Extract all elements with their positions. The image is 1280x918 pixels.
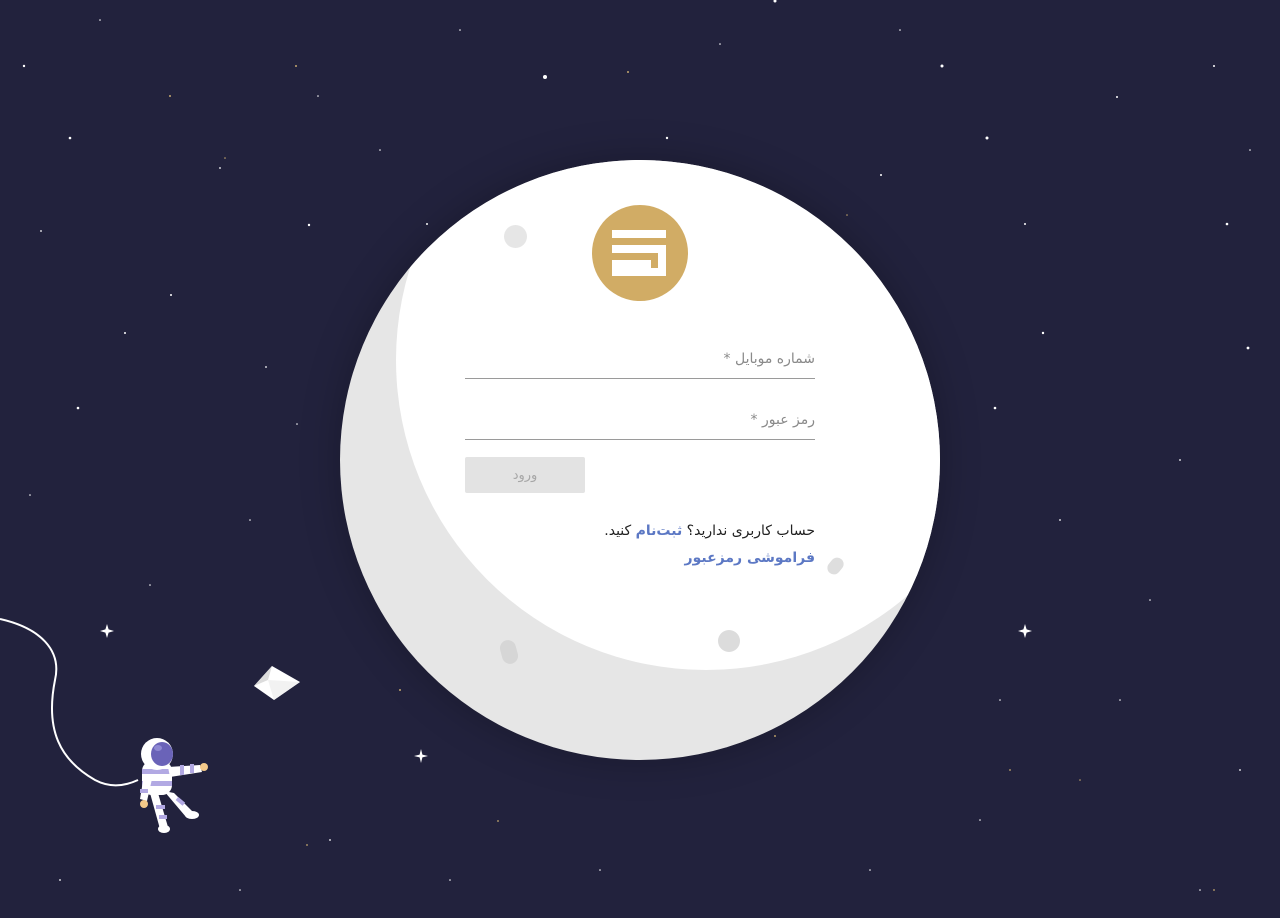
mobile-field[interactable]: شماره موبایل * — [465, 340, 819, 380]
mobile-input[interactable] — [465, 340, 819, 380]
password-field[interactable]: رمز عبور * — [465, 401, 819, 441]
signup-prefix: حساب کاربری ندارید؟ — [682, 523, 815, 539]
moon-crater — [498, 638, 520, 666]
login-button[interactable]: ورود — [465, 457, 585, 493]
signup-suffix: کنید. — [604, 523, 636, 539]
brand-logo — [592, 205, 688, 301]
moon-crater — [718, 630, 740, 652]
login-form: شماره موبایل * رمز عبور * ورود حساب کارب… — [465, 340, 819, 566]
forgot-password-link[interactable]: فراموشی رمزعبور — [685, 550, 815, 566]
paper-icon — [254, 666, 300, 700]
signup-text: حساب کاربری ندارید؟ ثبت‌نام کنید. — [604, 523, 815, 539]
astronaut-icon — [140, 738, 208, 833]
login-scene: شماره موبایل * رمز عبور * ورود حساب کارب… — [0, 0, 1280, 918]
signup-link[interactable]: ثبت‌نام — [636, 523, 683, 539]
moon-crater — [504, 225, 527, 248]
logo-icon — [612, 230, 666, 276]
password-input[interactable] — [465, 401, 819, 441]
